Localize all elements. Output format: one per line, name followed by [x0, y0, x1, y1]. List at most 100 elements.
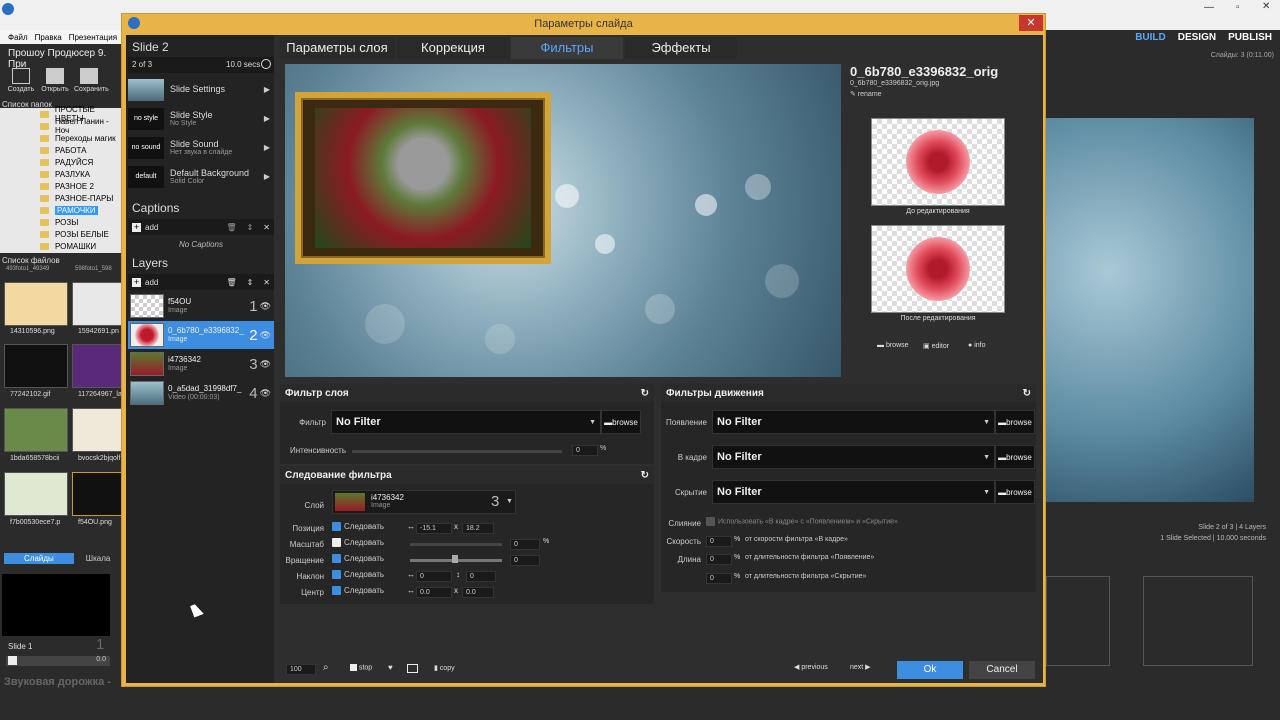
- previous-button[interactable]: ◀ previous: [794, 663, 828, 671]
- intensity-slider[interactable]: [352, 450, 562, 453]
- add-layer-button[interactable]: add: [145, 278, 158, 287]
- folder-item[interactable]: РОЗЫ БЕЛЫЕ: [0, 228, 125, 240]
- file-thumb[interactable]: [4, 344, 68, 388]
- hide-filter-select[interactable]: No Filter ▼: [712, 480, 995, 504]
- reset-icon[interactable]: ↻: [641, 470, 649, 481]
- folder-item[interactable]: РАЗНОЕ 2: [0, 180, 125, 192]
- position-follow[interactable]: Следовать: [332, 522, 384, 532]
- folder-item[interactable]: РАЗНОЕ-ПАРЫ: [0, 192, 125, 204]
- in-frame-browse-button[interactable]: ▬ browse: [995, 445, 1035, 469]
- layer-row[interactable]: i4736342 Image 3 👁: [128, 350, 274, 378]
- follow-layer-select[interactable]: i4736342 Image 3 ▼: [332, 490, 516, 514]
- trash-icon[interactable]: 🗑: [226, 223, 236, 232]
- rename-link[interactable]: ✎ rename: [850, 90, 882, 98]
- minimize-icon[interactable]: —: [1204, 2, 1214, 13]
- layer-row[interactable]: f54OU Image 1 👁: [128, 292, 274, 320]
- create-button[interactable]: Создать: [6, 66, 36, 98]
- folder-item[interactable]: РАБОТА: [0, 144, 125, 156]
- open-button[interactable]: Открыть: [40, 66, 70, 98]
- tab-timeline[interactable]: Шкала: [78, 553, 119, 564]
- slide-sound-item[interactable]: no sound Slide Sound Нет звука в слайде ▶: [128, 134, 274, 161]
- folder-item[interactable]: Павел Панин - Ноч: [0, 117, 125, 135]
- file-thumb[interactable]: [4, 472, 68, 516]
- tab-layer-params[interactable]: Параметры слоя: [279, 37, 395, 59]
- trash-icon[interactable]: 🗑: [226, 278, 236, 287]
- menu-file[interactable]: Файл: [8, 33, 28, 42]
- rotation-value[interactable]: 0: [510, 555, 540, 566]
- reset-icon[interactable]: ↻: [641, 388, 649, 399]
- file-thumb[interactable]: [4, 282, 68, 326]
- eye-icon[interactable]: 👁: [260, 330, 271, 341]
- folder-item-selected[interactable]: РАМОЧКИ: [0, 204, 125, 216]
- layer-row-selected[interactable]: 0_6b780_e3396832_ Image 2 👁: [128, 321, 274, 349]
- zoom-value[interactable]: 100: [286, 664, 316, 675]
- center-y-value[interactable]: 0.0: [462, 587, 494, 598]
- scale-follow[interactable]: Следовать: [332, 538, 384, 548]
- folder-item[interactable]: РОЗЫ: [0, 216, 125, 228]
- safe-zone-icon[interactable]: [407, 664, 418, 673]
- dialog-close-button[interactable]: ✕: [1019, 15, 1043, 31]
- reorder-icon[interactable]: ⇕: [247, 278, 254, 287]
- tab-design[interactable]: DESIGN: [1178, 32, 1216, 43]
- filter-select[interactable]: No Filter ▼: [331, 410, 601, 434]
- folder-item[interactable]: РАЗЛУКА: [0, 168, 125, 180]
- slide-settings-item[interactable]: Slide Settings ▶: [128, 76, 274, 103]
- scale-value[interactable]: 0: [510, 539, 540, 550]
- tab-build[interactable]: BUILD: [1135, 32, 1166, 43]
- appear-filter-select[interactable]: No Filter ▼: [712, 410, 995, 434]
- default-background-item[interactable]: default Default Background Solid Color ▶: [128, 163, 274, 190]
- ok-button[interactable]: Ok: [897, 661, 963, 679]
- heart-icon[interactable]: ♥: [388, 663, 393, 672]
- menu-edit[interactable]: Правка: [35, 33, 62, 42]
- tools-icon[interactable]: ✕: [263, 223, 270, 232]
- rotation-slider-handle[interactable]: [452, 555, 458, 563]
- browse-link[interactable]: ▬ browse: [877, 342, 909, 349]
- scale-slider[interactable]: [410, 543, 502, 546]
- tab-correction[interactable]: Коррекция: [397, 37, 509, 59]
- tab-filters[interactable]: Фильтры: [511, 37, 623, 59]
- cancel-button[interactable]: Cancel: [969, 661, 1035, 679]
- speed-value[interactable]: 0: [706, 536, 732, 547]
- appear-browse-button[interactable]: ▬ browse: [995, 410, 1035, 434]
- menu-presentation[interactable]: Презентация: [69, 33, 117, 42]
- tilt-x-value[interactable]: 0: [416, 571, 452, 582]
- save-button[interactable]: Сохранить: [74, 66, 109, 98]
- play-icon[interactable]: [8, 656, 17, 665]
- length-hide-value[interactable]: 0: [706, 573, 732, 584]
- position-y-value[interactable]: 18.2: [462, 523, 494, 534]
- eye-icon[interactable]: 👁: [260, 359, 271, 370]
- in-frame-filter-select[interactable]: No Filter ▼: [712, 445, 995, 469]
- tab-effects[interactable]: Эффекты: [625, 37, 737, 59]
- close-app-icon[interactable]: ✕: [1262, 1, 1270, 12]
- intensity-value[interactable]: 0: [572, 445, 598, 456]
- search-icon[interactable]: ⌕: [323, 662, 329, 673]
- clock-icon[interactable]: [261, 59, 271, 69]
- add-icon[interactable]: +: [132, 222, 141, 232]
- tab-slides[interactable]: Слайды: [4, 552, 74, 564]
- hide-browse-button[interactable]: ▬ browse: [995, 480, 1035, 504]
- add-caption-button[interactable]: add: [145, 223, 158, 232]
- slide-thumb[interactable]: [2, 574, 110, 636]
- rotation-follow[interactable]: Следовать: [332, 554, 384, 564]
- filter-browse-button[interactable]: ▬ browse: [601, 410, 641, 434]
- eye-icon[interactable]: 👁: [260, 301, 271, 312]
- add-icon[interactable]: +: [132, 277, 141, 287]
- slide-preview[interactable]: [285, 64, 841, 377]
- layer-row[interactable]: 0_a5dad_31998df7_ Video (00:00:03) 4 👁: [128, 379, 274, 407]
- folder-item[interactable]: РОМАШКИ: [0, 240, 125, 252]
- tab-publish[interactable]: PUBLISH: [1228, 32, 1272, 43]
- reorder-icon[interactable]: ⇕: [247, 223, 254, 232]
- editor-link[interactable]: ▣ editor: [923, 342, 949, 350]
- eye-icon[interactable]: 👁: [260, 388, 271, 399]
- tools-icon[interactable]: ✕: [263, 278, 270, 287]
- stop-button[interactable]: stop: [350, 664, 372, 671]
- length-appear-value[interactable]: 0: [706, 554, 732, 565]
- position-x-value[interactable]: -15.1: [416, 523, 452, 534]
- center-follow[interactable]: Следовать: [332, 586, 384, 596]
- folder-item[interactable]: Переходы магик: [0, 132, 125, 144]
- folder-item[interactable]: РАДУЙСЯ: [0, 156, 125, 168]
- center-x-value[interactable]: 0.0: [416, 587, 452, 598]
- file-thumb[interactable]: [4, 408, 68, 452]
- tilt-y-value[interactable]: 0: [466, 571, 496, 582]
- tilt-follow[interactable]: Следовать: [332, 570, 384, 580]
